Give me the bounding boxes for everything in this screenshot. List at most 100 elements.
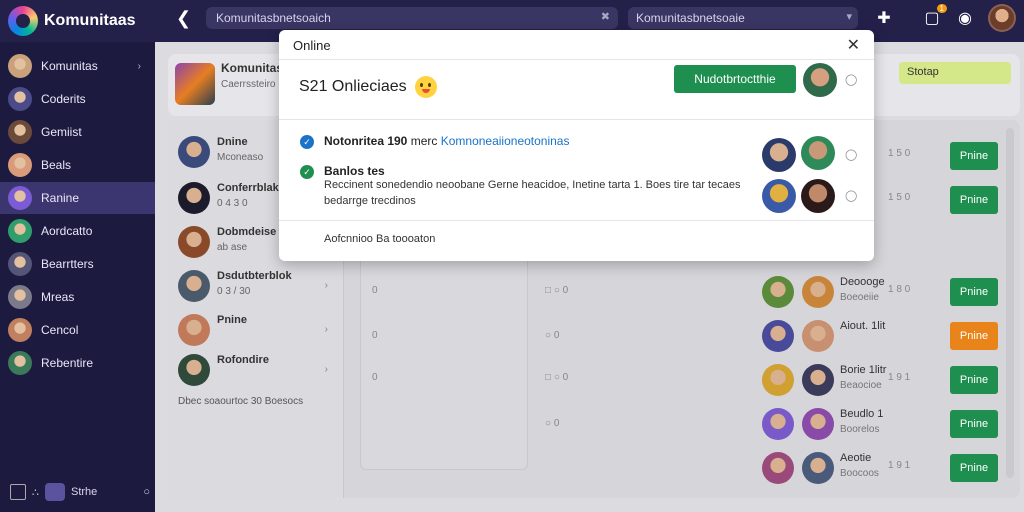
info-icon[interactable]: ◯ (845, 73, 857, 86)
notification-link[interactable]: Komnoneaiioneotoninas (441, 134, 570, 148)
chat-list-item[interactable]: Rofondire › (178, 346, 338, 390)
sidebar-item[interactable]: Gemiist (0, 116, 155, 148)
clear-icon[interactable]: ✖ (601, 10, 610, 23)
member-action-button[interactable]: Pnine (950, 410, 998, 438)
member-avatar[interactable] (802, 408, 834, 440)
member-row: Aeotie Boocoos 1 9 1 Pnine (760, 446, 1014, 490)
member-count: 1 5 0 (888, 192, 911, 203)
member-avatar[interactable] (762, 408, 794, 440)
center-marker: ○ 0 (545, 418, 560, 429)
success-check-icon: ✓ (300, 165, 314, 179)
member-avatar[interactable] (762, 276, 794, 308)
sidebar-avatar (8, 318, 32, 342)
member-avatar[interactable] (802, 276, 834, 308)
dialog-title: Online (293, 38, 331, 53)
member-avatar[interactable] (762, 320, 794, 352)
member-count: 1 9 1 (888, 372, 911, 383)
filter-select-value: Komunitasbnetsoaie (636, 11, 745, 25)
member-row: Aiout. 1lit Pnine (760, 314, 1014, 358)
filter-select[interactable]: Komunitasbnetsoaie ▾ (628, 7, 858, 29)
member-row: Deoooge Boeoeiie 1 8 0 Pnine (760, 270, 1014, 314)
sidebar-item-label: Aordcatto (41, 224, 93, 238)
member-avatar[interactable] (762, 179, 796, 213)
divider (279, 220, 874, 221)
back-arrow-icon[interactable]: ❮ (176, 8, 191, 29)
chat-list-item[interactable]: Dsdutbterblok 0 3 / 30 › (178, 262, 338, 306)
chat-meta: 0 4 3 0 (217, 198, 248, 209)
sidebar-item[interactable]: Rebentire (0, 347, 155, 379)
grid-icon[interactable]: ∴ (32, 486, 39, 499)
chat-meta: 0 3 / 30 (217, 286, 251, 297)
member-avatar[interactable] (802, 364, 834, 396)
member-action-button[interactable]: Pnine (950, 322, 998, 350)
chat-bubble-icon[interactable]: ○ (143, 486, 150, 498)
notification-icon[interactable]: ▢ 1 (921, 4, 947, 30)
sidebar-avatar (8, 120, 32, 144)
member-action-button[interactable]: Pnine (950, 142, 998, 170)
member-row: Borie 1litr Beaocioe 1 9 1 Pnine (760, 358, 1014, 402)
member-avatar[interactable] (762, 138, 796, 172)
add-icon[interactable]: ✚ (873, 8, 895, 30)
member-count: 1 8 0 (888, 284, 911, 295)
close-icon[interactable]: ✕ (847, 35, 860, 55)
info-icon[interactable]: ◯ (845, 189, 857, 202)
image-icon[interactable] (10, 484, 26, 500)
sidebar-item[interactable]: Coderits (0, 83, 155, 115)
member-action-button[interactable]: Pnine (950, 454, 998, 482)
member-avatar[interactable] (802, 320, 834, 352)
info-icon[interactable]: ◯ (845, 148, 857, 161)
chat-name: Dnine (217, 136, 248, 148)
member-avatar[interactable] (762, 364, 794, 396)
chat-chip-icon[interactable] (45, 483, 65, 501)
member-name: Borie 1litr (840, 364, 887, 376)
member-avatar[interactable] (802, 452, 834, 484)
search-input[interactable]: Komunitasbnetsoaich ✖ (206, 7, 618, 29)
sidebar-item[interactable]: Ranine (0, 182, 155, 214)
status-tag[interactable]: Stotap (899, 62, 1011, 84)
smile-emoji-icon (414, 76, 437, 98)
member-count: 1 9 1 (888, 460, 911, 471)
sidebar-item[interactable]: Komunitas › (0, 50, 155, 82)
center-marker: ○ 0 (545, 330, 560, 341)
member-action-button[interactable]: Pnine (950, 278, 998, 306)
member-avatar[interactable] (801, 179, 835, 213)
sidebar-item[interactable]: Bearrtters (0, 248, 155, 280)
member-avatar[interactable] (801, 136, 835, 170)
sidebar-avatar (8, 252, 32, 276)
user-avatar[interactable] (988, 4, 1016, 32)
sidebar-avatar (8, 351, 32, 375)
sidebar-item[interactable]: Aordcatto (0, 215, 155, 247)
chat-list-item[interactable]: Pnine › (178, 306, 338, 350)
scrollbar[interactable] (1006, 128, 1014, 478)
dialog-headline: S21 Onlieciaes (299, 76, 437, 98)
member-action-button[interactable]: Pnine (950, 366, 998, 394)
chat-name: Pnine (217, 314, 247, 326)
member-avatar[interactable] (803, 63, 837, 97)
sidebar-item[interactable]: Mreas (0, 281, 155, 313)
chat-avatar (178, 226, 210, 258)
app-title: Komunitaas (44, 12, 136, 29)
app-logo-icon (8, 6, 38, 36)
member-avatar[interactable] (762, 452, 794, 484)
member-sub: Boorelos (840, 424, 880, 435)
primary-action-button[interactable]: Nudotbrtoctthie (674, 65, 796, 93)
sidebar-item-label: Rebentire (41, 356, 94, 370)
chat-avatar (178, 314, 210, 346)
sidebar-item-label: Komunitas (41, 59, 98, 73)
dialog-headline-text: S21 Onlieciaes (299, 78, 407, 95)
update-link[interactable]: bedarrge trecdinos (324, 195, 416, 207)
sidebar-item[interactable]: Beals (0, 149, 155, 181)
sidebar: Komunitas › Coderits Gemiist Beals Ranine Aord… (0, 42, 155, 512)
chevron-right-icon: › (137, 60, 141, 72)
chevron-right-icon: › (324, 324, 328, 335)
settings-icon[interactable]: ◉ (954, 8, 976, 30)
sidebar-item-label: Coderits (41, 92, 86, 106)
member-action-button[interactable]: Pnine (950, 186, 998, 214)
member-sub: Beaocioe (840, 380, 882, 391)
update-description: Reccinent sonedendio neoobane Gerne heac… (324, 179, 741, 191)
chat-avatar (178, 354, 210, 386)
chat-meta: Mconeaso (217, 152, 264, 163)
sidebar-item-label: Mreas (41, 290, 75, 304)
sidebar-item[interactable]: Cencol (0, 314, 155, 346)
chat-list-footer: Dbec soaourtoc 30 Boesocs (178, 396, 304, 407)
